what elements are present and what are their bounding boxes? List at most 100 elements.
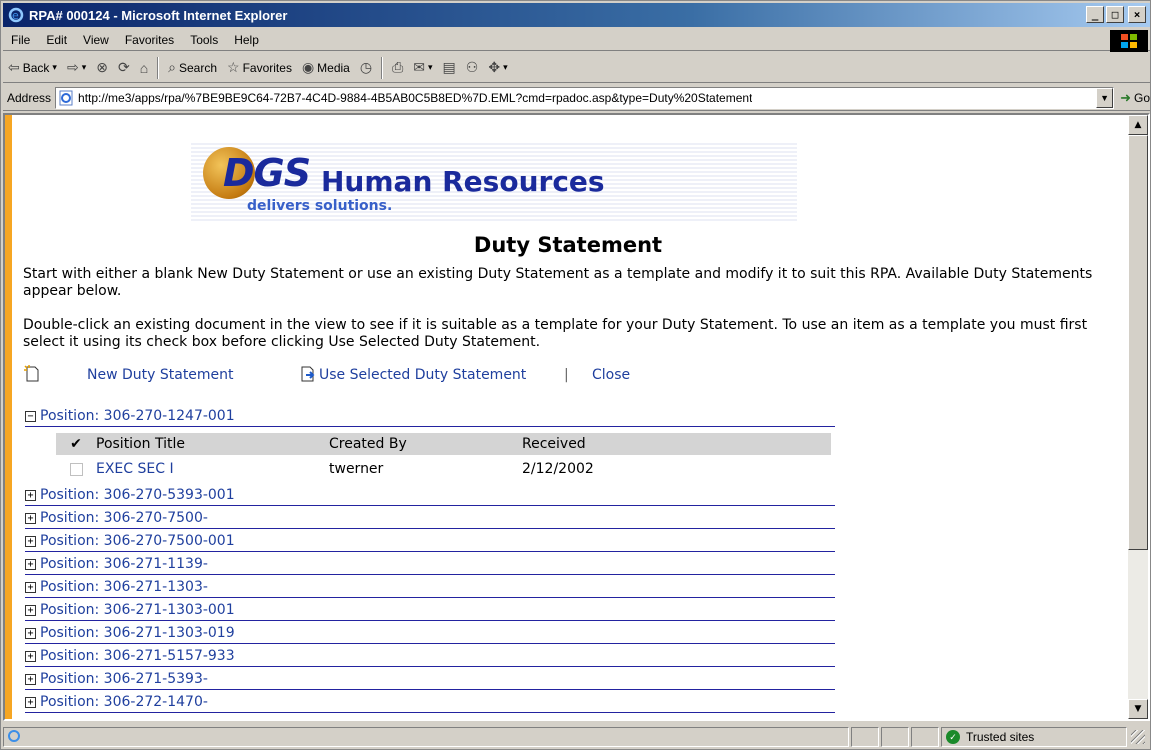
favorites-icon: ☆ xyxy=(227,59,240,75)
edit-button[interactable]: ▤ xyxy=(438,59,461,76)
intro-paragraph-1: Start with either a blank New Duty State… xyxy=(23,266,1093,299)
favorites-button[interactable]: ☆ Favorites xyxy=(222,59,297,76)
security-zone[interactable]: ✓ Trusted sites xyxy=(941,727,1127,747)
group-row[interactable]: + Position: 306-270-7500- xyxy=(25,508,835,529)
page-viewport: DGS Human Resources delivers solutions. … xyxy=(3,113,1150,721)
address-dropdown-icon[interactable]: ▼ xyxy=(1096,87,1114,108)
expand-icon[interactable]: + xyxy=(25,489,36,501)
expand-icon[interactable]: + xyxy=(25,696,36,708)
search-button[interactable]: ⌕ Search xyxy=(163,59,222,76)
mail-button[interactable]: ✉ ▾ xyxy=(408,59,437,76)
banner-logo-text: DGS xyxy=(223,151,311,195)
use-selected-duty-statement-link[interactable]: Use Selected Duty Statement xyxy=(319,367,526,383)
home-button[interactable]: ⌂ xyxy=(135,60,153,76)
column-created-by[interactable]: Created By xyxy=(329,436,522,452)
dgs-hr-banner: DGS Human Resources delivers solutions. xyxy=(191,141,797,221)
column-position-title[interactable]: Position Title xyxy=(96,436,329,452)
media-icon: ◉ xyxy=(301,59,315,75)
expand-icon[interactable]: + xyxy=(25,604,36,616)
menu-file[interactable]: File xyxy=(3,33,38,47)
group-row[interactable]: + Position: 306-270-7500-001 xyxy=(25,531,835,552)
address-bar: Address http://me3/apps/rpa/%7BE9BE9C64-… xyxy=(3,85,1150,111)
intro-paragraph-2: Double-click an existing document in the… xyxy=(23,317,1088,350)
action-separator: | xyxy=(564,367,569,383)
position-title-link[interactable]: EXEC SEC I xyxy=(96,461,329,477)
maximize-button[interactable]: □ xyxy=(1106,6,1124,23)
group-row[interactable]: + Position: 306-272-1470- xyxy=(25,692,835,713)
menu-favorites[interactable]: Favorites xyxy=(117,33,182,47)
created-by-cell: twerner xyxy=(329,461,384,477)
refresh-icon: ⟳ xyxy=(117,59,130,75)
vertical-scrollbar[interactable]: ▲ ▼ xyxy=(1128,115,1148,719)
group-row[interactable]: + Position: 306-271-1303- xyxy=(25,577,835,598)
expand-icon[interactable]: + xyxy=(25,535,36,547)
column-received[interactable]: Received xyxy=(522,436,722,452)
ie-logo-icon: e xyxy=(7,6,25,24)
browser-window: e RPA# 000124 - Microsoft Internet Explo… xyxy=(0,0,1151,750)
expand-icon[interactable]: + xyxy=(25,558,36,570)
address-input[interactable]: http://me3/apps/rpa/%7BE9BE9C64-72B7-4C4… xyxy=(55,86,1115,109)
stop-button[interactable]: ⊗ xyxy=(91,59,113,76)
expand-icon[interactable]: + xyxy=(25,627,36,639)
status-main-pane xyxy=(3,727,849,747)
expand-icon[interactable]: + xyxy=(25,650,36,662)
menu-tools[interactable]: Tools xyxy=(182,33,226,47)
window-title: RPA# 000124 - Microsoft Internet Explore… xyxy=(29,7,288,23)
group-row[interactable]: + Position: 306-271-5393- xyxy=(25,669,835,690)
research-icon: ✥ xyxy=(488,59,501,75)
scroll-up-icon[interactable]: ▲ xyxy=(1128,115,1148,135)
resize-grip-icon[interactable] xyxy=(1131,730,1145,744)
toolbar-separator xyxy=(157,56,160,79)
forward-button[interactable]: ⇨ ▾ xyxy=(62,59,91,76)
group-row[interactable]: + Position: 306-270-5393-001 xyxy=(25,485,835,506)
svg-text:e: e xyxy=(12,9,19,22)
expand-icon[interactable]: + xyxy=(25,673,36,685)
back-arrow-icon: ⇦ xyxy=(8,59,20,75)
toolbar: ⇦ Back ▾ ⇨ ▾ ⊗ ⟳ ⌂ ⌕ Search ☆ Favorites ◉ Medi… xyxy=(3,53,1150,83)
close-window-button[interactable]: × xyxy=(1128,6,1146,23)
back-button[interactable]: ⇦ Back ▾ xyxy=(3,59,62,76)
expand-icon[interactable]: + xyxy=(25,581,36,593)
new-document-icon[interactable] xyxy=(23,365,41,383)
collapse-icon[interactable]: − xyxy=(25,410,36,422)
table-header: ✔ Position Title Created By Received xyxy=(56,433,831,455)
scroll-thumb[interactable] xyxy=(1128,135,1148,550)
menu-view[interactable]: View xyxy=(75,33,117,47)
group-row[interactable]: − Position: 306-270-1247-001 xyxy=(25,406,835,427)
status-pane xyxy=(851,727,879,747)
scroll-down-icon[interactable]: ▼ xyxy=(1128,699,1148,719)
print-button[interactable]: ⎙ xyxy=(387,59,408,76)
group-row[interactable]: + Position: 306-271-1139- xyxy=(25,554,835,575)
banner-title: Human Resources xyxy=(321,165,605,198)
minimize-button[interactable]: _ xyxy=(1086,6,1104,23)
row-select-checkbox[interactable] xyxy=(69,462,83,476)
banner-tagline: delivers solutions. xyxy=(247,198,393,214)
messenger-button[interactable]: ⚇ xyxy=(461,59,484,76)
menu-edit[interactable]: Edit xyxy=(38,33,75,47)
go-arrow-icon: ➜ xyxy=(1120,89,1131,105)
close-link[interactable]: Close xyxy=(592,367,630,383)
media-button[interactable]: ◉ Media xyxy=(297,59,355,76)
page-icon xyxy=(58,90,74,106)
refresh-button[interactable]: ⟳ xyxy=(113,59,135,76)
toolbar-separator xyxy=(381,56,384,79)
group-row[interactable]: + Position: 306-271-1303-019 xyxy=(25,623,835,644)
research-button[interactable]: ✥ ▾ xyxy=(483,59,512,76)
group-row[interactable]: + Position: 306-271-5157-933 xyxy=(25,646,835,667)
page-title: Duty Statement xyxy=(473,233,663,257)
table-row[interactable]: EXEC SEC I twerner 2/12/2002 xyxy=(56,458,831,480)
use-selected-icon[interactable] xyxy=(299,365,317,383)
search-icon: ⌕ xyxy=(168,59,176,75)
new-duty-statement-link[interactable]: New Duty Statement xyxy=(87,367,234,383)
address-url: http://me3/apps/rpa/%7BE9BE9C64-72B7-4C4… xyxy=(78,90,753,105)
go-button[interactable]: ➜ Go xyxy=(1114,90,1150,106)
edit-page-icon: ▤ xyxy=(442,59,456,75)
history-button[interactable]: ◷ xyxy=(355,59,377,76)
page-content: DGS Human Resources delivers solutions. … xyxy=(23,115,1128,719)
menu-help[interactable]: Help xyxy=(226,33,267,47)
address-label: Address xyxy=(7,90,52,105)
status-pane xyxy=(881,727,909,747)
expand-icon[interactable]: + xyxy=(25,512,36,524)
group-row[interactable]: + Position: 306-271-1303-001 xyxy=(25,600,835,621)
title-bar[interactable]: e RPA# 000124 - Microsoft Internet Explo… xyxy=(3,3,1150,27)
